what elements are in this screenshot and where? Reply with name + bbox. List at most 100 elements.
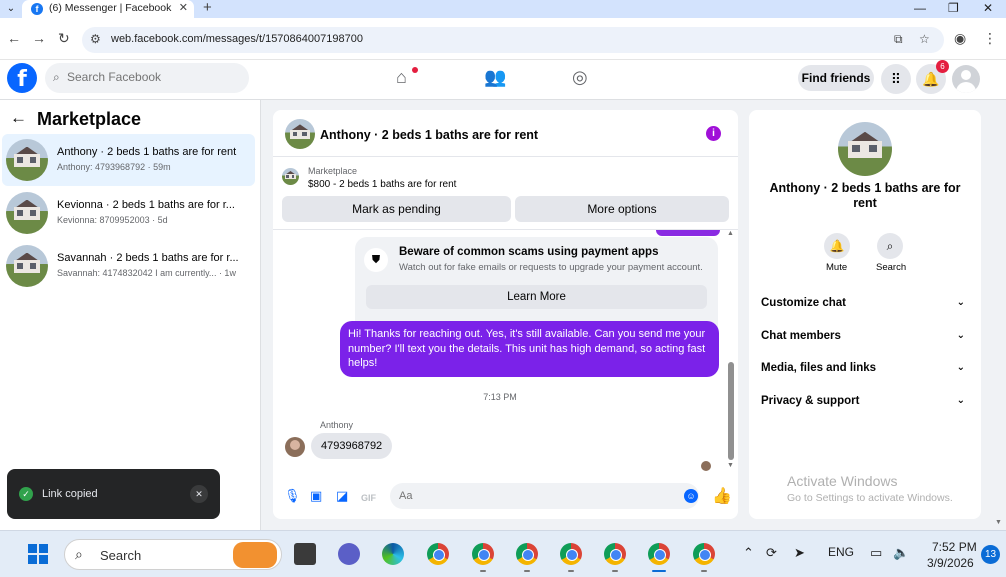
- media-files-links-row[interactable]: Media, files and links ⌄: [761, 357, 969, 379]
- running-indicator: [524, 570, 530, 572]
- outgoing-message[interactable]: Hi! Thanks for reaching out. Yes, it's s…: [340, 321, 719, 377]
- conversation-name: Savannah · 2 beds 1 baths are for r...: [57, 252, 239, 264]
- conversation-preview: Kevionna: 8709952003 · 5d: [57, 215, 168, 225]
- tab-close-icon[interactable]: ✕: [179, 1, 188, 14]
- clock-time[interactable]: 7:52 PM: [932, 540, 977, 554]
- clock-date[interactable]: 3/9/2026: [927, 556, 974, 570]
- listing-avatar[interactable]: [838, 122, 892, 176]
- scroll-down-icon[interactable]: ▼: [727, 462, 734, 469]
- taskbar-search[interactable]: ⌕ Search: [64, 539, 282, 570]
- conversation-item[interactable]: Anthony · 2 beds 1 baths are for rent An…: [2, 134, 255, 186]
- conversation-name: Anthony · 2 beds 1 baths are for rent: [57, 146, 237, 158]
- sync-icon[interactable]: ⟳: [766, 545, 777, 561]
- back-arrow-icon[interactable]: ←: [10, 108, 27, 128]
- menu-grid-icon[interactable]: ⠿: [881, 64, 911, 94]
- notification-center-badge[interactable]: 13: [981, 545, 1000, 564]
- more-options-button[interactable]: More options: [515, 196, 729, 222]
- chrome-profile-icon[interactable]: [604, 543, 626, 565]
- profile-avatar[interactable]: [952, 65, 980, 93]
- chat-avatar[interactable]: [285, 119, 315, 149]
- mute-bell-icon[interactable]: 🔔: [824, 233, 850, 259]
- forward-icon[interactable]: →: [32, 30, 46, 46]
- sender-avatar[interactable]: [285, 437, 305, 457]
- chrome-profile-icon[interactable]: [472, 543, 494, 565]
- listing-price[interactable]: $800 - 2 beds 1 baths are for rent: [308, 179, 456, 190]
- scroll-up-icon[interactable]: ▲: [727, 230, 734, 237]
- emoji-icon[interactable]: ☺: [684, 489, 698, 503]
- activate-windows-watermark: Activate Windows: [787, 473, 898, 489]
- reload-icon[interactable]: ↻: [58, 30, 70, 46]
- profile-icon[interactable]: ◉: [954, 30, 966, 46]
- running-indicator: [701, 570, 707, 572]
- volume-icon[interactable]: 🔈: [893, 545, 909, 561]
- edge-icon[interactable]: [382, 543, 404, 565]
- install-app-icon[interactable]: ⧉: [894, 32, 903, 47]
- address-bar[interactable]: ⚙ web.facebook.com/messages/t/1570864007…: [82, 27, 944, 53]
- chat-header: Anthony · 2 beds 1 baths are for rent i: [273, 110, 738, 157]
- back-icon[interactable]: ←: [7, 30, 21, 46]
- minimize-icon[interactable]: —: [914, 0, 926, 16]
- tray-chevron-up-icon[interactable]: ⌃: [743, 545, 754, 561]
- url-text[interactable]: web.facebook.com/messages/t/157086400719…: [111, 33, 363, 45]
- photo-icon[interactable]: ▣: [310, 488, 322, 504]
- microphone-icon[interactable]: 🎙: [284, 488, 301, 504]
- bookmark-star-icon[interactable]: ☆: [919, 32, 930, 46]
- scam-warning-title: Beware of common scams using payment app…: [399, 246, 659, 258]
- chat-title[interactable]: Anthony · 2 beds 1 baths are for rent: [320, 128, 538, 142]
- chrome-profile-icon[interactable]: [516, 543, 538, 565]
- windows-start-icon[interactable]: [28, 544, 48, 564]
- restore-icon[interactable]: ❐: [948, 0, 959, 16]
- task-view-icon[interactable]: [294, 543, 316, 565]
- chat-scrollbar[interactable]: ▲ ▼: [726, 230, 736, 472]
- chat-members-row[interactable]: Chat members ⌄: [761, 325, 969, 347]
- facebook-search[interactable]: ⌕: [45, 63, 249, 93]
- chrome-profile-icon[interactable]: [693, 543, 715, 565]
- network-icon[interactable]: ▭: [870, 545, 882, 561]
- marketplace-listing-bar: Marketplace $800 - 2 beds 1 baths are fo…: [273, 158, 738, 230]
- new-tab-button[interactable]: +: [203, 0, 212, 16]
- conversation-info-icon[interactable]: i: [706, 126, 721, 141]
- chrome-profile-icon[interactable]: [648, 543, 670, 565]
- listing-thumbnail: [6, 192, 48, 234]
- tab-title: (6) Messenger | Facebook: [49, 2, 172, 14]
- language-indicator[interactable]: ENG: [828, 545, 854, 559]
- row-label: Chat members: [761, 330, 841, 342]
- chrome-icon[interactable]: [427, 543, 449, 565]
- window-close-icon[interactable]: ✕: [983, 0, 993, 16]
- find-friends-button[interactable]: Find friends: [798, 65, 874, 91]
- conversation-preview: Anthony: 4793968792 · 59m: [57, 162, 171, 172]
- site-info-icon[interactable]: ⚙: [90, 32, 101, 46]
- toast-close-icon[interactable]: ✕: [190, 485, 208, 503]
- thumbs-up-icon[interactable]: 👍: [712, 486, 732, 506]
- privacy-support-row[interactable]: Privacy & support ⌄: [761, 390, 969, 412]
- home-icon[interactable]: ⌂: [396, 67, 407, 87]
- customize-chat-row[interactable]: Customize chat ⌄: [761, 292, 969, 314]
- conversation-item[interactable]: Savannah · 2 beds 1 baths are for r... S…: [2, 240, 255, 292]
- facebook-search-input[interactable]: [67, 70, 237, 84]
- chevron-down-icon: ⌄: [956, 395, 965, 406]
- groups-icon[interactable]: ◎: [572, 67, 588, 87]
- tab-search-icon[interactable]: ⌄: [2, 1, 20, 17]
- scrollbar-thumb[interactable]: [728, 362, 734, 460]
- active-window-indicator: [652, 570, 666, 572]
- friends-icon[interactable]: 👥: [484, 67, 506, 87]
- message-input[interactable]: [390, 483, 699, 509]
- facebook-logo-icon[interactable]: f: [7, 63, 37, 93]
- mute-label[interactable]: Mute: [826, 262, 847, 273]
- sticker-icon[interactable]: ◪: [336, 488, 348, 504]
- browser-menu-icon[interactable]: ⋮: [983, 30, 997, 46]
- search-icon[interactable]: ⌕: [877, 233, 903, 259]
- gif-icon[interactable]: GIF: [361, 490, 376, 506]
- page-scroll-down-icon[interactable]: ▼: [995, 519, 1002, 526]
- search-label[interactable]: Search: [876, 262, 906, 273]
- teams-icon[interactable]: [338, 543, 360, 565]
- learn-more-button[interactable]: Learn More: [366, 285, 707, 309]
- conversation-item[interactable]: Kevionna · 2 beds 1 baths are for r... K…: [2, 187, 255, 239]
- mark-as-pending-button[interactable]: Mark as pending: [282, 196, 511, 222]
- sender-name: Anthony: [320, 420, 354, 430]
- location-arrow-icon[interactable]: ➤: [794, 545, 805, 561]
- incoming-message[interactable]: 4793968792: [311, 433, 393, 459]
- browser-tab-messenger[interactable]: f (6) Messenger | Facebook ✕: [22, 0, 194, 18]
- chrome-profile-icon[interactable]: [560, 543, 582, 565]
- listing-thumbnail[interactable]: [282, 168, 299, 185]
